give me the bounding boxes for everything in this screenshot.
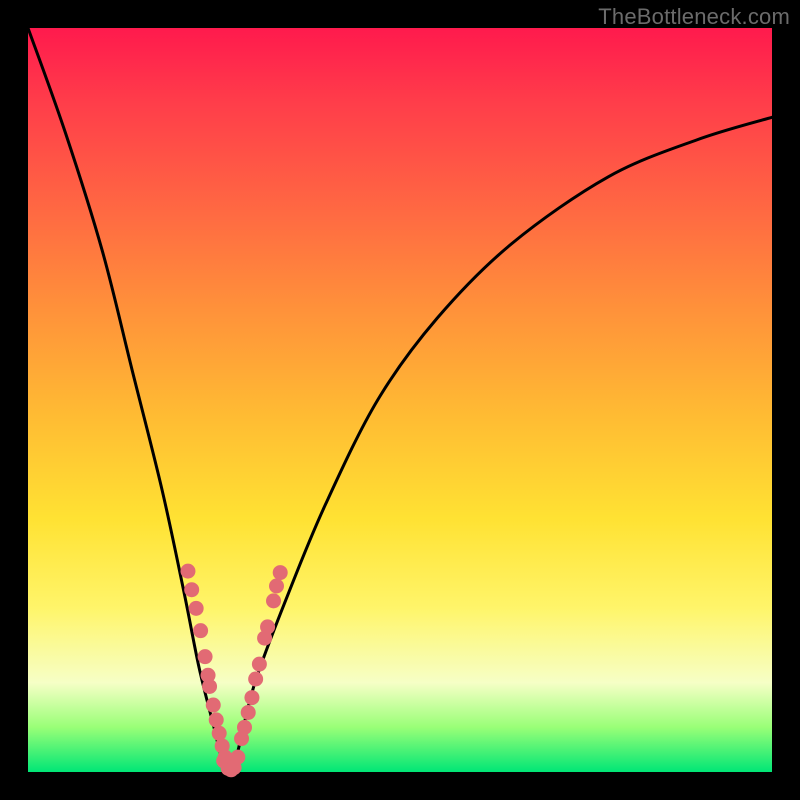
sample-points (180, 564, 287, 778)
sample-point (206, 698, 221, 713)
watermark-text: TheBottleneck.com (598, 4, 790, 30)
sample-point (269, 579, 284, 594)
sample-point (230, 750, 245, 765)
curve-layer (28, 28, 772, 772)
sample-point (248, 672, 263, 687)
sample-point (189, 601, 204, 616)
sample-point (193, 623, 208, 638)
sample-point (212, 726, 227, 741)
sample-point (209, 712, 224, 727)
bottleneck-curve (28, 28, 772, 772)
sample-point (241, 705, 256, 720)
chart-frame: TheBottleneck.com (0, 0, 800, 800)
sample-point (184, 582, 199, 597)
sample-point (237, 720, 252, 735)
sample-point (180, 564, 195, 579)
sample-point (252, 657, 267, 672)
sample-point (260, 619, 275, 634)
plot-area (28, 28, 772, 772)
sample-point (198, 649, 213, 664)
sample-point (244, 690, 259, 705)
sample-point (202, 679, 217, 694)
sample-point (266, 593, 281, 608)
sample-point (273, 565, 288, 580)
